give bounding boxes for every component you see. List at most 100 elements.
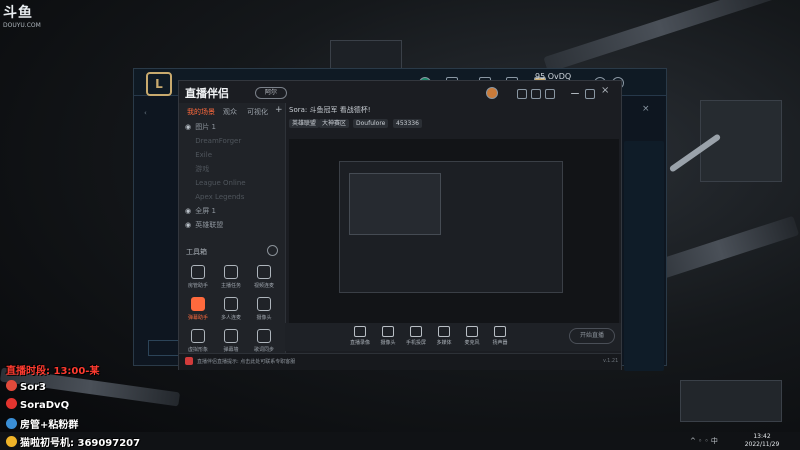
tool-item[interactable]: 视频连麦 <box>249 265 279 289</box>
scene-item[interactable]: ◉ 全屏 1 <box>185 205 281 218</box>
overlay-text: SoraDvQ <box>20 400 70 411</box>
tool-item[interactable]: 弹幕墙 <box>216 329 246 353</box>
stream-app-window[interactable]: 直播伴侣 阿尔 × 我的场景 观众 可视化 + ◉ 图片 1 DreamForg… <box>178 80 622 370</box>
fan-icon <box>6 436 17 447</box>
scene-label: 图片 1 <box>195 123 216 131</box>
scene-item[interactable]: Exile <box>185 149 281 162</box>
version-text: v.1.21 <box>603 358 619 364</box>
avatar-icon <box>191 329 205 343</box>
task-icon <box>224 265 238 279</box>
region-chip[interactable]: 大神赛区 <box>319 119 350 128</box>
scene-item[interactable]: 游戏 <box>185 163 281 176</box>
scene-label: 英雄联盟 <box>195 221 224 229</box>
close-icon[interactable]: × <box>601 85 609 96</box>
tool-item[interactable]: 歌词同步 <box>249 329 279 353</box>
tool-label: 房管助手 <box>187 283 208 289</box>
more-icon[interactable] <box>267 245 278 256</box>
qq-icon <box>6 418 17 429</box>
tool-label: 歌词同步 <box>253 347 274 353</box>
media-button[interactable]: 多媒体 <box>431 326 457 346</box>
eye-icon[interactable]: ◉ <box>185 205 193 218</box>
tool-item[interactable]: 虚拟形象 <box>183 329 213 353</box>
eye-icon[interactable]: ◉ <box>185 219 193 232</box>
danmaku-icon <box>191 297 205 311</box>
manager-icon <box>191 265 205 279</box>
message-icon[interactable] <box>531 89 541 99</box>
status-message[interactable]: 直播伴侣直播提示: 点击此处可联系专职客服 <box>197 358 295 365</box>
microphone-icon <box>466 326 478 337</box>
bottom-tool-label: 摄像头 <box>380 340 396 346</box>
scene-item[interactable]: ◉ 图片 1 <box>185 121 281 134</box>
tool-item[interactable]: 房管助手 <box>183 265 213 289</box>
scene-item[interactable]: League Online <box>185 177 281 190</box>
go-live-button[interactable]: 开始直播 <box>569 328 615 344</box>
media-icon <box>438 326 450 337</box>
tool-item[interactable]: 摄像头 <box>249 297 279 321</box>
volume-icon[interactable]: ◦ <box>704 437 708 445</box>
tool-item[interactable]: 多人连麦 <box>216 297 246 321</box>
settings-icon[interactable] <box>545 89 555 99</box>
system-tray[interactable]: ^ ◦ ◦ 中 <box>690 436 718 446</box>
network-icon[interactable]: ◦ <box>698 437 702 445</box>
camera-icon <box>257 297 271 311</box>
preview-nested-capture <box>349 173 441 235</box>
overlay-text: Sor3 <box>20 382 46 393</box>
tab-scenes[interactable]: 我的场景 <box>187 107 215 117</box>
taskbar-clock[interactable]: 13:42 2022/11/29 <box>742 433 782 449</box>
minimize-icon[interactable] <box>571 93 579 94</box>
stream-app-badge[interactable]: 阿尔 <box>255 87 287 99</box>
douyu-watermark: 斗鱼 DOUYU.COM <box>3 2 41 29</box>
camera-icon <box>382 326 394 337</box>
clock-date: 2022/11/29 <box>744 441 780 448</box>
bottom-tool-label: 扬声器 <box>492 340 508 346</box>
phone-icon <box>410 326 422 337</box>
scene-item[interactable]: ◉ 英雄联盟 <box>185 219 281 232</box>
speaker-button[interactable]: 扬声器 <box>487 326 513 346</box>
bg-mech-part <box>680 380 782 422</box>
bottom-tool-label: 麦克风 <box>464 340 480 346</box>
toolbox-title: 工具箱 <box>186 248 207 256</box>
tool-label: 弹幕墙 <box>223 347 239 353</box>
phone-cast-button[interactable]: 手机投屏 <box>403 326 429 346</box>
scene-item[interactable]: DreamForger <box>185 135 281 148</box>
overlay-line: Sor3 <box>6 380 46 393</box>
stream-preview[interactable] <box>289 139 619 324</box>
close-icon[interactable]: × <box>642 104 652 114</box>
scene-label: League Online <box>195 179 246 187</box>
bottom-tool-label: 多媒体 <box>436 340 452 346</box>
game-logo-icon[interactable]: L <box>146 72 172 96</box>
bottom-tool-label: 手机投屏 <box>405 340 426 346</box>
back-arrow-icon[interactable]: ‹ <box>144 109 147 117</box>
notification-icon[interactable] <box>517 89 527 99</box>
tool-item[interactable]: 弹幕助手 <box>183 297 213 321</box>
alert-icon <box>185 357 193 365</box>
camera-button[interactable]: 摄像头 <box>375 326 401 346</box>
tab-visual[interactable]: 可视化 <box>247 107 268 117</box>
room-id-chip: 453336 <box>393 119 422 128</box>
tool-label: 主播任务 <box>220 283 241 289</box>
record-button[interactable]: 直播录像 <box>347 326 373 346</box>
ime-icon[interactable]: 中 <box>711 437 718 445</box>
maximize-icon[interactable] <box>585 89 595 99</box>
overlay-text: 猫啦初号机: 369097207 <box>20 438 141 449</box>
chevron-up-icon[interactable]: ^ <box>690 437 696 445</box>
scene-label: Apex Legends <box>195 193 245 201</box>
scene-item[interactable]: Apex Legends <box>185 191 281 204</box>
clock-time: 13:42 <box>753 433 771 440</box>
tool-item[interactable]: 主播任务 <box>216 265 246 289</box>
avatar[interactable] <box>486 87 498 99</box>
add-scene-icon[interactable]: + <box>275 105 283 115</box>
overlay-text: 房管+粘粉群 <box>20 420 79 431</box>
stream-app-title: 直播伴侣 <box>185 87 229 100</box>
category-chip[interactable]: 英雄联盟 <box>289 119 320 128</box>
eye-icon[interactable]: ◉ <box>185 121 193 134</box>
record-icon <box>354 326 366 337</box>
mic-button[interactable]: 麦克风 <box>459 326 485 346</box>
tool-label: 多人连麦 <box>220 315 241 321</box>
overlay-line: SoraDvQ <box>6 398 69 411</box>
scene-label: 全屏 1 <box>195 207 216 215</box>
tool-label: 弹幕助手 <box>187 315 208 321</box>
tab-audience[interactable]: 观众 <box>223 107 237 117</box>
video-link-icon <box>257 265 271 279</box>
room-title[interactable]: Sora: 斗鱼冠军 看战德杯! <box>289 105 371 115</box>
